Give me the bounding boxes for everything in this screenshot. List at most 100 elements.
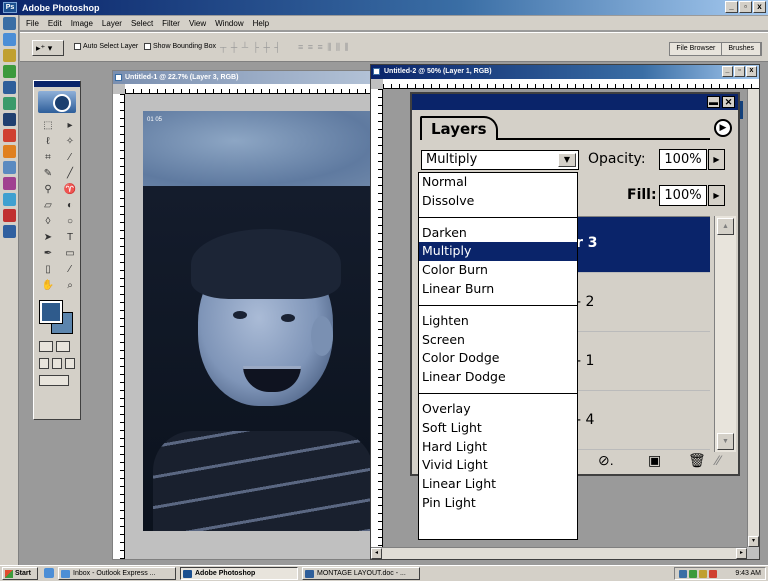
blend-mode-option[interactable]: Color Dodge xyxy=(419,349,577,368)
image-canvas[interactable]: 01 05 xyxy=(143,111,373,531)
blend-mode-option[interactable]: Linear Light xyxy=(419,475,577,494)
app-icon-2[interactable] xyxy=(3,161,16,174)
menu-window[interactable]: Window xyxy=(215,19,243,28)
folder-icon[interactable] xyxy=(3,49,16,62)
menu-select[interactable]: Select xyxy=(131,19,153,28)
menu-filter[interactable]: Filter xyxy=(162,19,180,28)
taskbar-button-word[interactable]: MONTAGE LAYOUT.doc - ... xyxy=(302,567,420,580)
blend-mode-option[interactable]: Vivid Light xyxy=(419,456,577,475)
healing-brush-tool-icon[interactable]: ✎ xyxy=(38,167,58,181)
tool-preset-picker[interactable]: ▸⁺ ▾ xyxy=(32,40,64,56)
resize-grip-icon[interactable]: ⁄⁄ xyxy=(716,452,721,468)
eyedropper-tool-icon[interactable]: ⁄ xyxy=(60,263,80,277)
dodge-tool-icon[interactable]: ○ xyxy=(60,215,80,229)
new-layer-icon[interactable]: ▣ xyxy=(648,452,661,469)
type-tool-icon[interactable]: T xyxy=(60,231,80,245)
quick-mask-mode-icon[interactable] xyxy=(56,341,70,352)
doc2-close-button[interactable]: x xyxy=(746,66,757,77)
full-screen-mode-icon[interactable] xyxy=(65,358,75,369)
crop-tool-icon[interactable]: ⌗ xyxy=(38,151,58,165)
excel-icon[interactable] xyxy=(3,65,16,78)
app-orange-icon[interactable] xyxy=(3,145,16,158)
acrobat-icon[interactable] xyxy=(3,129,16,142)
blend-mode-option[interactable]: Screen xyxy=(419,331,577,350)
blend-mode-option[interactable]: Darken xyxy=(419,224,577,243)
adjustment-layer-icon[interactable]: ⊘. xyxy=(598,452,614,469)
path-selection-tool-icon[interactable]: ➤ xyxy=(38,231,58,245)
app-icon-6[interactable] xyxy=(3,225,16,238)
tray-icon[interactable] xyxy=(689,570,697,578)
tray-icon[interactable] xyxy=(709,570,717,578)
document-2-title-bar[interactable]: Untitled-2 @ 50% (Layer 1, RGB) _ ▫ x xyxy=(371,65,759,79)
app-icon-5[interactable] xyxy=(3,209,16,222)
fill-input[interactable]: 100% xyxy=(659,185,707,206)
restore-button[interactable]: ▫ xyxy=(739,1,752,13)
blend-mode-option[interactable]: Pin Light xyxy=(419,494,577,513)
app-icon[interactable] xyxy=(3,17,16,30)
blur-tool-icon[interactable]: ◊ xyxy=(38,215,58,229)
taskbar-button-photoshop[interactable]: Adobe Photoshop xyxy=(180,567,298,580)
ie-icon[interactable] xyxy=(44,568,54,578)
doc2-restore-button[interactable]: ▫ xyxy=(734,66,745,77)
move-tool-icon[interactable]: ▸ xyxy=(60,119,80,133)
palette-close-button[interactable]: ✕ xyxy=(722,96,735,108)
layers-tab[interactable]: Layers xyxy=(420,116,498,140)
app-green-icon[interactable] xyxy=(3,97,16,110)
pen-tool-icon[interactable]: ✒ xyxy=(38,247,58,261)
scroll-right-button[interactable]: ▸ xyxy=(736,548,747,559)
blend-mode-option[interactable]: Multiply xyxy=(419,242,577,262)
menu-help[interactable]: Help xyxy=(253,19,269,28)
taskbar-button-outlook[interactable]: Inbox - Outlook Express ... xyxy=(58,567,176,580)
full-screen-menu-mode-icon[interactable] xyxy=(52,358,62,369)
menu-edit[interactable]: Edit xyxy=(48,19,62,28)
vertical-scrollbar[interactable]: ▾ xyxy=(747,89,759,547)
scroll-left-button[interactable]: ◂ xyxy=(371,548,382,559)
notes-tool-icon[interactable]: ▯ xyxy=(38,263,58,277)
scroll-down-button[interactable]: ▾ xyxy=(748,536,759,547)
eraser-tool-icon[interactable]: ▱ xyxy=(38,199,58,213)
marquee-tool-icon[interactable]: ⬚ xyxy=(38,119,58,133)
standard-screen-mode-icon[interactable] xyxy=(39,358,49,369)
distribute-icons[interactable]: ≡ ≡ ≡ ⫼ ⫼ ⫼ xyxy=(298,42,350,53)
toolbox-title-bar[interactable] xyxy=(34,81,80,87)
lasso-tool-icon[interactable]: ℓ xyxy=(38,135,58,149)
blend-mode-option[interactable]: Normal xyxy=(419,173,577,192)
chevron-down-icon[interactable]: ▼ xyxy=(558,153,576,167)
jump-to-imageready-icon[interactable] xyxy=(39,375,69,386)
align-icons[interactable]: ┬ ┼ ┴ ├ ┼ ┤ xyxy=(220,42,282,52)
file-browser-tab[interactable]: File Browser xyxy=(670,43,723,55)
zoom-tool-icon[interactable]: ⌕ xyxy=(60,279,80,293)
blend-mode-option[interactable]: Soft Light xyxy=(419,419,577,438)
document-1-title-bar[interactable]: Untitled-1 @ 22.7% (Layer 3, RGB) xyxy=(113,71,383,84)
bounding-box-checkbox[interactable]: Show Bounding Box xyxy=(144,43,216,50)
blend-mode-option[interactable]: Dissolve xyxy=(419,192,577,211)
palette-minimize-button[interactable]: ▬ xyxy=(707,96,720,108)
network-icon[interactable] xyxy=(679,570,687,578)
photoshop-eye-icon[interactable] xyxy=(38,91,76,113)
blend-mode-option[interactable]: Overlay xyxy=(419,400,577,419)
scroll-up-button[interactable]: ▲ xyxy=(717,218,734,235)
ie-icon[interactable] xyxy=(3,33,16,46)
shape-tool-icon[interactable]: ▭ xyxy=(60,247,80,261)
opacity-input[interactable]: 100% xyxy=(659,149,707,170)
layers-scrollbar[interactable]: ▲ ▼ xyxy=(714,216,736,452)
trash-icon[interactable]: 🗑 xyxy=(688,452,706,469)
menu-view[interactable]: View xyxy=(189,19,206,28)
start-button[interactable]: Start xyxy=(2,567,38,580)
blend-mode-option[interactable]: Lighten xyxy=(419,312,577,331)
minimize-button[interactable]: _ xyxy=(725,1,738,13)
blend-mode-select[interactable]: Multiply ▼ xyxy=(421,150,579,170)
blend-mode-option[interactable]: Linear Dodge xyxy=(419,368,577,387)
close-button[interactable]: x xyxy=(753,1,766,13)
opacity-slider-button[interactable]: ▶ xyxy=(708,149,725,170)
blend-mode-option[interactable]: Color Burn xyxy=(419,261,577,280)
app-icon-3[interactable] xyxy=(3,177,16,190)
auto-select-checkbox[interactable]: Auto Select Layer xyxy=(74,43,138,50)
word-icon[interactable] xyxy=(3,81,16,94)
standard-mode-icon[interactable] xyxy=(39,341,53,352)
foreground-color-swatch[interactable] xyxy=(39,300,63,324)
palette-menu-icon[interactable]: ▶ xyxy=(714,119,732,137)
volume-icon[interactable] xyxy=(699,570,707,578)
app-blue-icon[interactable] xyxy=(3,113,16,126)
doc2-minimize-button[interactable]: _ xyxy=(722,66,733,77)
